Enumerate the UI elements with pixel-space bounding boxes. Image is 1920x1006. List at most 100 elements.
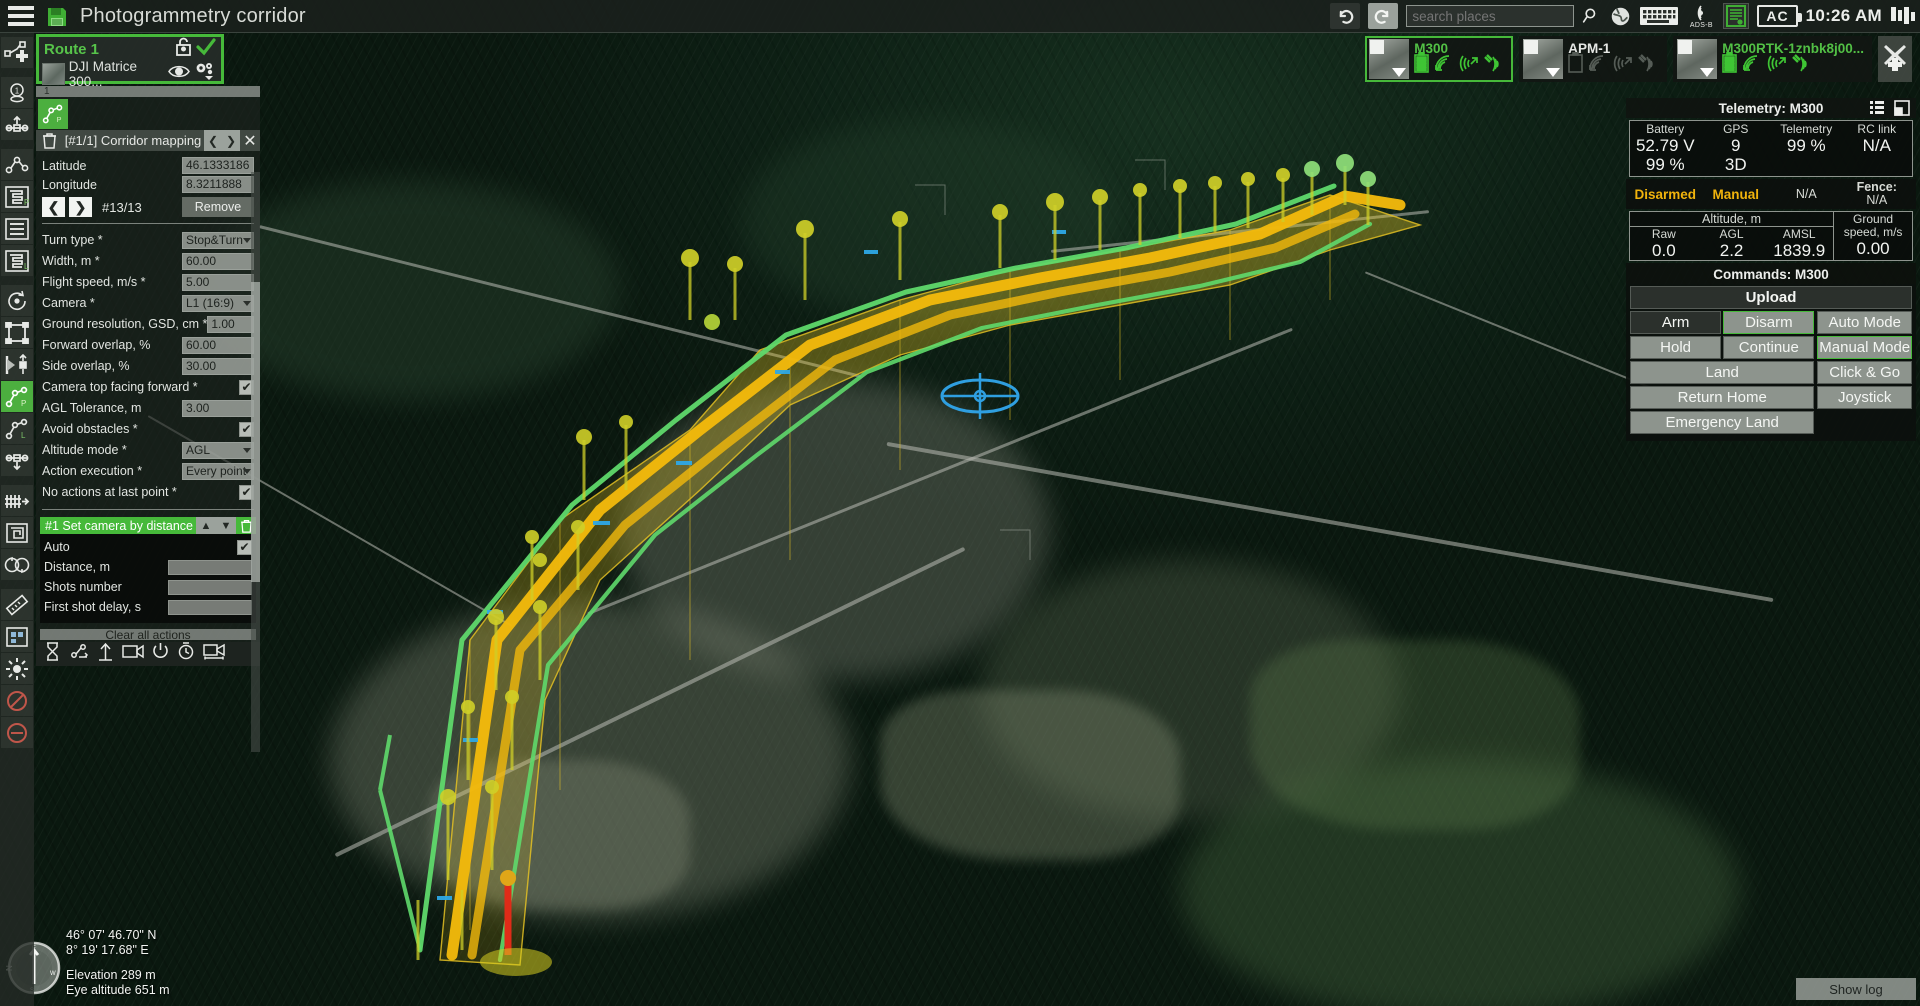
chevron-up-icon[interactable]: ▲ bbox=[196, 517, 216, 535]
save-icon[interactable] bbox=[44, 5, 70, 27]
vehicle-card[interactable]: APM-1 bbox=[1519, 36, 1668, 82]
keyboard-icon[interactable] bbox=[1639, 5, 1679, 27]
parameter-input[interactable]: 5.00 bbox=[182, 273, 254, 291]
latitude-input[interactable]: 46.1333186 bbox=[182, 157, 254, 174]
tool-photo-grid[interactable] bbox=[1, 621, 33, 652]
parameter-input[interactable]: 60.00 bbox=[182, 252, 254, 270]
arm-button[interactable]: Arm bbox=[1630, 311, 1722, 334]
route-vehicle-name: DJI Matrice 300... bbox=[68, 58, 137, 89]
tool-rectangle-area[interactable] bbox=[1, 317, 33, 348]
globe-icon[interactable] bbox=[1610, 6, 1631, 27]
tool-survey[interactable] bbox=[1, 213, 33, 244]
tool-survey-lidar[interactable]: L bbox=[1, 245, 33, 276]
parameter-select[interactable]: Every point bbox=[182, 462, 254, 480]
tool-path[interactable] bbox=[1, 149, 33, 180]
undo-icon[interactable] bbox=[1330, 3, 1361, 29]
search-input[interactable] bbox=[1406, 5, 1575, 27]
adsb-icon[interactable]: ADS-B bbox=[1687, 4, 1715, 29]
set-speed-icon[interactable] bbox=[69, 642, 89, 665]
trash-icon[interactable] bbox=[36, 132, 62, 149]
redo-icon[interactable] bbox=[1368, 3, 1399, 29]
tool-waypoint[interactable]: 1 bbox=[1, 77, 33, 108]
action-input[interactable] bbox=[168, 599, 252, 615]
log-icon[interactable] bbox=[1723, 3, 1750, 29]
click-and-go-button[interactable]: Click & Go bbox=[1817, 361, 1912, 384]
camera-trigger-icon[interactable] bbox=[122, 643, 144, 665]
parameter-input[interactable]: 60.00 bbox=[182, 336, 254, 354]
tool-photogrammetry-area[interactable]: P bbox=[1, 181, 33, 212]
add-vehicle-icon[interactable] bbox=[1878, 36, 1912, 82]
tool-spiral[interactable] bbox=[1, 517, 33, 548]
tool-no-entry-2[interactable] bbox=[1, 717, 33, 748]
route-card[interactable]: Route 1 DJI Matrice 300... bbox=[36, 34, 224, 89]
camera-distance-icon[interactable] bbox=[203, 643, 225, 665]
tool-landing[interactable] bbox=[1, 445, 33, 476]
previous-point-button[interactable]: ❮ bbox=[42, 197, 65, 217]
remove-point-button[interactable]: Remove bbox=[182, 197, 254, 217]
tool-add-route[interactable] bbox=[1, 37, 33, 68]
longitude-input[interactable]: 8.3211888 bbox=[182, 176, 254, 193]
parameter-input[interactable]: 3.00 bbox=[182, 399, 254, 417]
emergency-land-button[interactable]: Emergency Land bbox=[1630, 411, 1815, 434]
parameter-select[interactable]: L1 (16:9) bbox=[182, 294, 254, 312]
check-icon[interactable] bbox=[195, 37, 217, 62]
wait-icon[interactable] bbox=[44, 642, 61, 666]
joystick-button[interactable]: Joystick bbox=[1817, 386, 1912, 409]
continue-button[interactable]: Continue bbox=[1723, 336, 1815, 359]
tool-takeoff[interactable] bbox=[1, 109, 33, 140]
altitude-column-label: AMSL bbox=[1782, 227, 1816, 241]
prev-waypoint-button[interactable]: ❮ bbox=[204, 130, 222, 151]
close-panel-button[interactable]: ✕ bbox=[240, 131, 260, 151]
expand-icon[interactable] bbox=[1894, 100, 1910, 121]
next-point-button[interactable]: ❯ bbox=[69, 197, 92, 217]
upload-button[interactable]: Upload bbox=[1630, 286, 1912, 309]
unlock-icon[interactable] bbox=[175, 37, 192, 61]
land-button[interactable]: Land bbox=[1630, 361, 1815, 384]
manual-mode-button[interactable]: Manual Mode bbox=[1817, 336, 1912, 359]
vehicle-card[interactable]: M300RTK-1znbk8j00... bbox=[1673, 36, 1872, 82]
next-waypoint-button[interactable]: ❯ bbox=[222, 130, 240, 151]
parameter-input[interactable]: 1.00 bbox=[207, 315, 254, 333]
vehicle-card[interactable]: M300 bbox=[1365, 36, 1514, 82]
action-input[interactable] bbox=[168, 559, 252, 575]
layout-icon[interactable] bbox=[1890, 5, 1916, 27]
return-home-button[interactable]: Return Home bbox=[1630, 386, 1815, 409]
panel-scrollbar-thumb[interactable] bbox=[251, 282, 260, 582]
auto-mode-button[interactable]: Auto Mode bbox=[1817, 311, 1912, 334]
tool-loiter[interactable] bbox=[1, 549, 33, 580]
camera-time-icon[interactable] bbox=[177, 642, 195, 665]
tool-fence[interactable] bbox=[1, 485, 33, 516]
search-icon[interactable] bbox=[1582, 6, 1602, 26]
list-icon[interactable] bbox=[1870, 101, 1886, 120]
hamburger-menu-icon[interactable] bbox=[0, 0, 42, 33]
chevron-down-icon[interactable] bbox=[1700, 68, 1715, 77]
parameter-input[interactable]: 30.00 bbox=[182, 357, 254, 375]
tool-trigger-action[interactable] bbox=[1, 349, 33, 380]
tool-circle-poi[interactable] bbox=[1, 285, 33, 316]
parameter-select[interactable]: AGL bbox=[182, 441, 254, 459]
clear-all-actions-button[interactable]: Clear all actions bbox=[40, 629, 256, 640]
tool-no-entry-1[interactable] bbox=[1, 685, 33, 716]
tool-corridor-mapping[interactable]: P bbox=[1, 381, 33, 412]
parameter-row: Width, m * 60.00 bbox=[36, 251, 260, 272]
chevron-down-icon[interactable] bbox=[1546, 68, 1561, 77]
telemetry-signal-icon bbox=[1741, 54, 1761, 78]
hold-button[interactable]: Hold bbox=[1630, 336, 1722, 359]
parameter-row: Camera * L1 (16:9) bbox=[36, 293, 260, 314]
camera-power-icon[interactable] bbox=[152, 642, 169, 665]
chevron-down-icon[interactable]: ▼ bbox=[216, 517, 236, 535]
disarm-button[interactable]: Disarm bbox=[1723, 311, 1815, 334]
panel-scrollbar[interactable] bbox=[251, 172, 260, 752]
show-log-button[interactable]: Show log bbox=[1796, 978, 1916, 1000]
tool-ruler[interactable] bbox=[1, 589, 33, 620]
corridor-mapping-icon[interactable]: P bbox=[38, 99, 68, 129]
tool-brightness[interactable] bbox=[1, 653, 33, 684]
chevron-down-icon[interactable] bbox=[1392, 68, 1407, 77]
gears-icon[interactable] bbox=[193, 61, 217, 86]
action-checkbox[interactable]: ✔ bbox=[237, 539, 252, 555]
takeoff-action-icon[interactable] bbox=[97, 642, 114, 666]
eye-icon[interactable] bbox=[168, 64, 190, 84]
action-input[interactable] bbox=[168, 579, 252, 595]
tool-corridor-lidar[interactable]: L bbox=[1, 413, 33, 444]
parameter-select[interactable]: Stop&Turn bbox=[182, 231, 254, 249]
